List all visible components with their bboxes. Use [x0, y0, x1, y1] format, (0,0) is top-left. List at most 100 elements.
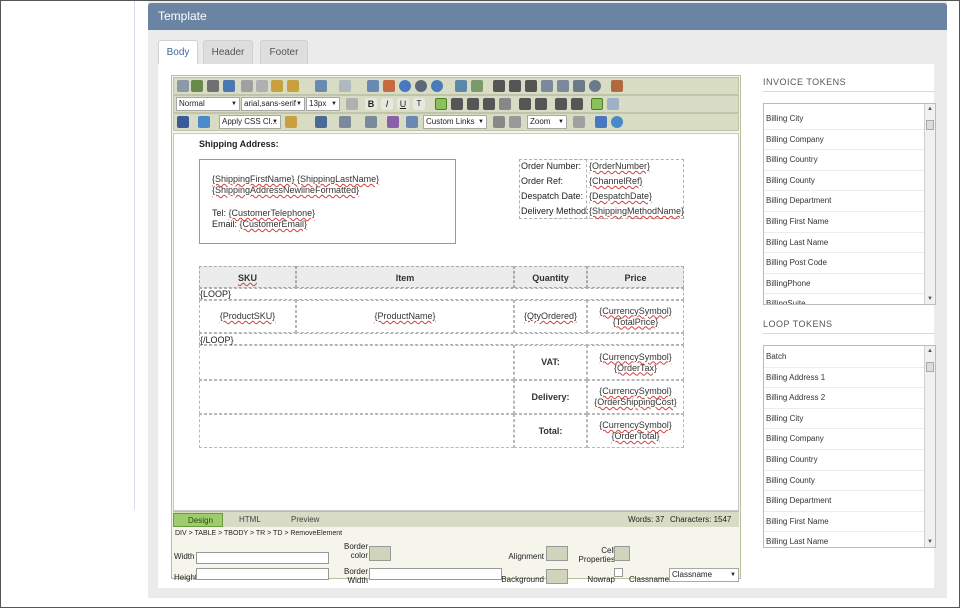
tab-footer[interactable]: Footer — [260, 40, 308, 64]
paste-icon[interactable] — [271, 80, 283, 92]
remove-alignment-icon[interactable] — [499, 98, 511, 110]
invoice-token-item[interactable]: Billing Last Name — [764, 233, 935, 254]
insert-time-icon[interactable] — [589, 80, 601, 92]
underline-icon[interactable]: U — [397, 98, 409, 110]
loop-token-item[interactable]: Billing Last Name — [764, 532, 935, 547]
undo-icon[interactable] — [315, 80, 327, 92]
loop-tokens-list[interactable]: Batch Billing Address 1 Billing Address … — [763, 345, 936, 548]
strikethrough-icon[interactable] — [493, 80, 505, 92]
classname-select[interactable]: Classname ▼ — [669, 568, 739, 582]
scroll-up-icon[interactable]: ▲ — [925, 346, 935, 356]
format-code-block-icon[interactable] — [285, 116, 297, 128]
invoice-token-item[interactable]: BillingPhone — [764, 274, 935, 295]
cut-icon[interactable] — [241, 80, 253, 92]
paragraph-format-select[interactable]: Normal ▼ — [176, 97, 240, 111]
spell-check-icon[interactable] — [493, 116, 505, 128]
editor-document[interactable]: Shipping Address: {ShippingFirstName} {S… — [173, 133, 739, 511]
cell-properties-button[interactable] — [614, 546, 630, 561]
invoice-token-item[interactable]: Billing First Name — [764, 212, 935, 233]
invoice-token-item[interactable]: BillingSuite — [764, 294, 935, 304]
remove-format-icon[interactable] — [607, 98, 619, 110]
loop-token-item[interactable]: Billing County — [764, 471, 935, 492]
align-right-icon[interactable] — [467, 98, 479, 110]
loop-token-item[interactable]: Billing Address 2 — [764, 388, 935, 409]
bulleted-list-icon[interactable] — [571, 98, 583, 110]
border-color-button[interactable] — [369, 546, 391, 561]
template-manager-icon[interactable] — [431, 80, 443, 92]
loop-token-item[interactable]: Billing Country — [764, 450, 935, 471]
alignment-button[interactable] — [546, 546, 568, 561]
print-icon[interactable] — [177, 80, 189, 92]
invoice-token-item[interactable]: Billing City — [764, 109, 935, 130]
border-width-input[interactable] — [369, 568, 502, 580]
loop-token-item[interactable]: Billing City — [764, 409, 935, 430]
select-all-icon[interactable] — [223, 80, 235, 92]
invoice-tokens-scrollbar[interactable]: ▲ ▼ — [924, 104, 935, 304]
zoom-select[interactable]: Zoom ▼ — [527, 115, 567, 129]
align-center-icon[interactable] — [451, 98, 463, 110]
invoice-tokens-list[interactable]: Billing City Billing Company Billing Cou… — [763, 103, 936, 305]
insert-table-icon[interactable] — [541, 80, 553, 92]
numbered-list-icon[interactable] — [555, 98, 567, 110]
loop-token-item[interactable]: Billing Address 1 — [764, 368, 935, 389]
unlink-icon[interactable] — [471, 80, 483, 92]
insert-symbol-icon[interactable] — [315, 116, 327, 128]
width-input[interactable] — [196, 552, 329, 564]
invoice-token-item[interactable]: Billing Country — [764, 150, 935, 171]
invoice-token-item[interactable]: Billing County — [764, 171, 935, 192]
spellcheck-icon[interactable] — [191, 80, 203, 92]
scroll-up-icon[interactable]: ▲ — [925, 104, 935, 114]
italic-icon[interactable]: I — [381, 98, 393, 110]
image-manager-icon[interactable] — [367, 80, 379, 92]
text-direction-icon[interactable] — [509, 116, 521, 128]
apply-css-class-select[interactable]: Apply CSS Cl... ▼ — [219, 115, 281, 129]
font-size-select[interactable]: 13px ▼ — [306, 97, 340, 111]
flash-manager-icon[interactable] — [399, 80, 411, 92]
format-painter-icon[interactable]: T — [413, 98, 425, 110]
custom-links-select[interactable]: Custom Links ▼ — [423, 115, 487, 129]
insert-paragraph-icon[interactable] — [346, 98, 358, 110]
module-manager-icon[interactable] — [573, 116, 585, 128]
background-button[interactable] — [546, 569, 568, 584]
scroll-thumb[interactable] — [926, 362, 934, 372]
loop-token-item[interactable]: Billing Department — [764, 491, 935, 512]
tab-body[interactable]: Body — [158, 40, 198, 65]
height-input[interactable] — [196, 568, 329, 580]
element-breadcrumb[interactable]: DIV > TABLE > TBODY > TR > TD > RemoveEl… — [173, 528, 739, 540]
font-name-select[interactable]: arial,sans-serif ▼ — [241, 97, 305, 111]
image-map-icon[interactable] — [406, 116, 418, 128]
loop-token-item[interactable]: Billing Company — [764, 429, 935, 450]
scroll-thumb[interactable] — [926, 120, 934, 130]
bold-icon[interactable]: B — [365, 98, 377, 110]
find-icon[interactable] — [207, 80, 219, 92]
document-manager-icon[interactable] — [383, 80, 395, 92]
invoice-token-item[interactable]: Billing Company — [764, 130, 935, 151]
invoice-token-item[interactable]: Billing Post Code — [764, 253, 935, 274]
nowrap-checkbox[interactable] — [614, 568, 623, 577]
align-left-icon[interactable] — [435, 98, 447, 110]
insert-form-element-icon[interactable] — [365, 116, 377, 128]
tab-header[interactable]: Header — [203, 40, 253, 64]
redo-icon[interactable] — [339, 80, 351, 92]
fore-color-icon[interactable] — [177, 116, 189, 128]
xhtml-validator-icon[interactable] — [595, 116, 607, 128]
back-color-icon[interactable] — [198, 116, 210, 128]
paste-options-icon[interactable] — [287, 80, 299, 92]
horizontal-rule-icon[interactable] — [557, 80, 569, 92]
insert-snippet-icon[interactable] — [387, 116, 399, 128]
indent-icon[interactable] — [519, 98, 531, 110]
link-icon[interactable] — [455, 80, 467, 92]
media-manager-icon[interactable] — [415, 80, 427, 92]
copy-icon[interactable] — [256, 80, 268, 92]
format-stripper-icon[interactable] — [611, 80, 623, 92]
insert-date-icon[interactable] — [573, 80, 585, 92]
outdent-icon[interactable] — [535, 98, 547, 110]
design-mode-button[interactable]: Design — [173, 513, 223, 527]
scroll-down-icon[interactable]: ▼ — [925, 537, 935, 547]
invoice-token-item[interactable]: Billing Department — [764, 191, 935, 212]
justify-icon[interactable] — [483, 98, 495, 110]
scroll-down-icon[interactable]: ▼ — [925, 294, 935, 304]
table-wizard-icon[interactable] — [339, 116, 351, 128]
about-icon[interactable] — [611, 116, 623, 128]
paragraph-marks-icon[interactable] — [525, 80, 537, 92]
